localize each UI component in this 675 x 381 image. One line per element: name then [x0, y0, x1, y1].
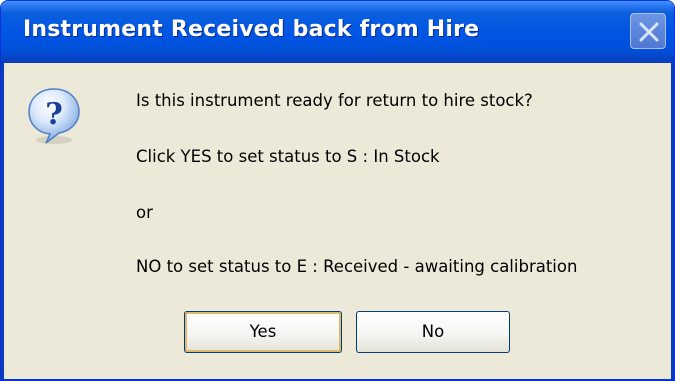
message-line-3: or [136, 203, 153, 222]
close-icon [639, 22, 659, 42]
no-button[interactable]: No [356, 311, 510, 353]
close-button[interactable] [630, 13, 666, 49]
title-bar[interactable]: Instrument Received back from Hire [1, 1, 674, 63]
question-icon: ? [28, 88, 80, 144]
dialog-body: ? Is this instrument ready for return to… [1, 63, 674, 380]
yes-button[interactable]: Yes [184, 311, 342, 353]
message-line-4: NO to set status to E : Received - await… [136, 257, 578, 276]
dialog-title: Instrument Received back from Hire [23, 17, 480, 42]
message-line-1: Is this instrument ready for return to h… [136, 91, 533, 110]
message-line-2: Click YES to set status to S : In Stock [136, 147, 440, 166]
svg-text:?: ? [45, 97, 63, 132]
dialog-window: Instrument Received back from Hire ? Is … [0, 0, 675, 381]
